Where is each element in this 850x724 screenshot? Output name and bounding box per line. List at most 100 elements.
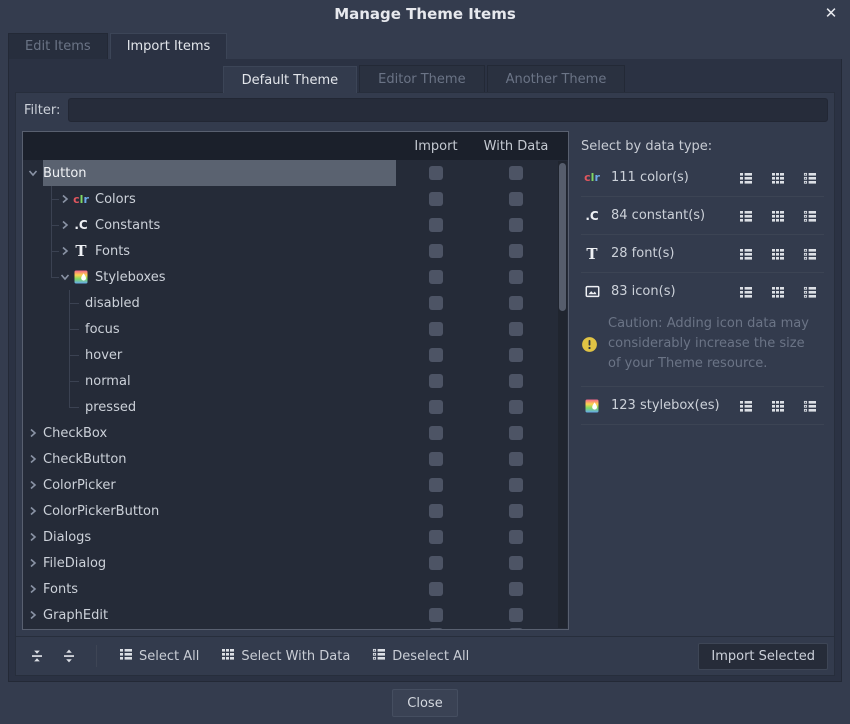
tree-row-checkbutton[interactable]: CheckButton xyxy=(23,446,568,472)
tree-row-button[interactable]: Button xyxy=(23,160,568,186)
tree-row-styleboxes[interactable]: Styleboxes xyxy=(23,264,568,290)
tree-row-graphedit[interactable]: GraphEdit xyxy=(23,602,568,628)
chevron-right-icon[interactable] xyxy=(27,609,39,621)
select-all-fonts-button[interactable] xyxy=(736,244,756,264)
tree-row-dialogs[interactable]: Dialogs xyxy=(23,524,568,550)
collapse-all-button[interactable] xyxy=(26,645,48,667)
import-checkbox[interactable] xyxy=(429,244,443,258)
tab-another-theme[interactable]: Another Theme xyxy=(487,65,626,92)
tab-edit-items[interactable]: Edit Items xyxy=(8,33,108,59)
filter-input[interactable] xyxy=(68,98,828,122)
chevron-right-icon[interactable] xyxy=(27,427,39,439)
tab-default-theme[interactable]: Default Theme xyxy=(223,66,357,93)
chevron-right-icon[interactable] xyxy=(27,505,39,517)
tree-row-hover[interactable]: hover xyxy=(23,342,568,368)
select-all-icons-button[interactable] xyxy=(736,282,756,302)
with-data-checkbox[interactable] xyxy=(509,504,523,518)
tab-import-items[interactable]: Import Items xyxy=(110,33,228,59)
with-data-checkbox[interactable] xyxy=(509,322,523,336)
close-icon[interactable]: ✕ xyxy=(821,3,841,23)
select-all-button[interactable]: Select All xyxy=(113,643,205,669)
with-data-checkbox[interactable] xyxy=(509,608,523,622)
import-checkbox[interactable] xyxy=(429,504,443,518)
with-data-checkbox[interactable] xyxy=(509,244,523,258)
with-data-checkbox[interactable] xyxy=(509,478,523,492)
tree-row-constants[interactable]: .CConstants xyxy=(23,212,568,238)
with-data-checkbox[interactable] xyxy=(509,218,523,232)
tree-row-filedialog[interactable]: FileDialog xyxy=(23,550,568,576)
chevron-right-icon[interactable] xyxy=(27,583,39,595)
tree-row-fonts[interactable]: TFonts xyxy=(23,238,568,264)
with-data-checkbox[interactable] xyxy=(509,296,523,310)
chevron-down-icon[interactable] xyxy=(59,271,71,283)
select-with-data-button[interactable]: Select With Data xyxy=(215,643,356,669)
import-checkbox[interactable] xyxy=(429,478,443,492)
tree-scrollbar-thumb[interactable] xyxy=(559,163,566,311)
tree-row-checkbox[interactable]: CheckBox xyxy=(23,420,568,446)
with-data-checkbox[interactable] xyxy=(509,426,523,440)
with-data-checkbox[interactable] xyxy=(509,348,523,362)
tree-row-partial[interactable] xyxy=(23,628,568,629)
deselect-all-icons-button[interactable] xyxy=(800,282,820,302)
chevron-right-icon[interactable] xyxy=(59,219,71,231)
with-data-checkbox[interactable] xyxy=(509,628,523,629)
import-checkbox[interactable] xyxy=(429,192,443,206)
deselect-all-colors-button[interactable] xyxy=(800,168,820,188)
chevron-down-icon[interactable] xyxy=(27,167,39,179)
with-data-checkbox[interactable] xyxy=(509,192,523,206)
import-checkbox[interactable] xyxy=(429,270,443,284)
select-all-constants-button[interactable] xyxy=(736,206,756,226)
chevron-right-icon[interactable] xyxy=(27,531,39,543)
select-all-colors-button[interactable] xyxy=(736,168,756,188)
deselect-all-constants-button[interactable] xyxy=(800,206,820,226)
select-with-data-styleboxes-button[interactable] xyxy=(768,396,788,416)
import-selected-button[interactable]: Import Selected xyxy=(698,643,828,670)
with-data-checkbox[interactable] xyxy=(509,400,523,414)
import-checkbox[interactable] xyxy=(429,322,443,336)
with-data-checkbox[interactable] xyxy=(509,166,523,180)
chevron-right-icon[interactable] xyxy=(27,557,39,569)
deselect-all-button[interactable]: Deselect All xyxy=(366,643,475,669)
tree-row-colors[interactable]: clrColors xyxy=(23,186,568,212)
tree-row-focus[interactable]: focus xyxy=(23,316,568,342)
import-checkbox[interactable] xyxy=(429,218,443,232)
import-checkbox[interactable] xyxy=(429,400,443,414)
import-checkbox[interactable] xyxy=(429,530,443,544)
chevron-right-icon[interactable] xyxy=(59,193,71,205)
with-data-checkbox[interactable] xyxy=(509,270,523,284)
chevron-right-icon[interactable] xyxy=(27,453,39,465)
with-data-checkbox[interactable] xyxy=(509,556,523,570)
deselect-all-fonts-button[interactable] xyxy=(800,244,820,264)
tab-editor-theme[interactable]: Editor Theme xyxy=(359,65,484,92)
import-checkbox[interactable] xyxy=(429,296,443,310)
with-data-checkbox[interactable] xyxy=(509,374,523,388)
chevron-right-icon[interactable] xyxy=(27,479,39,491)
tree-row-colorpicker[interactable]: ColorPicker xyxy=(23,472,568,498)
chevron-right-icon[interactable] xyxy=(59,245,71,257)
tree-row-colorpickerbutton[interactable]: ColorPickerButton xyxy=(23,498,568,524)
tree-row-normal[interactable]: normal xyxy=(23,368,568,394)
select-with-data-constants-button[interactable] xyxy=(768,206,788,226)
with-data-checkbox[interactable] xyxy=(509,530,523,544)
with-data-checkbox[interactable] xyxy=(509,582,523,596)
tree-row-pressed[interactable]: pressed xyxy=(23,394,568,420)
select-with-data-icons-button[interactable] xyxy=(768,282,788,302)
tree-scrollbar[interactable] xyxy=(558,161,567,628)
select-with-data-colors-button[interactable] xyxy=(768,168,788,188)
tree-row-disabled[interactable]: disabled xyxy=(23,290,568,316)
import-checkbox[interactable] xyxy=(429,166,443,180)
import-checkbox[interactable] xyxy=(429,556,443,570)
import-checkbox[interactable] xyxy=(429,582,443,596)
close-button[interactable]: Close xyxy=(392,689,457,717)
tree-row-fonts[interactable]: Fonts xyxy=(23,576,568,602)
select-all-styleboxes-button[interactable] xyxy=(736,396,756,416)
deselect-all-styleboxes-button[interactable] xyxy=(800,396,820,416)
import-checkbox[interactable] xyxy=(429,608,443,622)
import-checkbox[interactable] xyxy=(429,348,443,362)
expand-all-button[interactable] xyxy=(58,645,80,667)
select-with-data-fonts-button[interactable] xyxy=(768,244,788,264)
import-checkbox[interactable] xyxy=(429,374,443,388)
import-checkbox[interactable] xyxy=(429,426,443,440)
import-checkbox[interactable] xyxy=(429,628,443,629)
with-data-checkbox[interactable] xyxy=(509,452,523,466)
